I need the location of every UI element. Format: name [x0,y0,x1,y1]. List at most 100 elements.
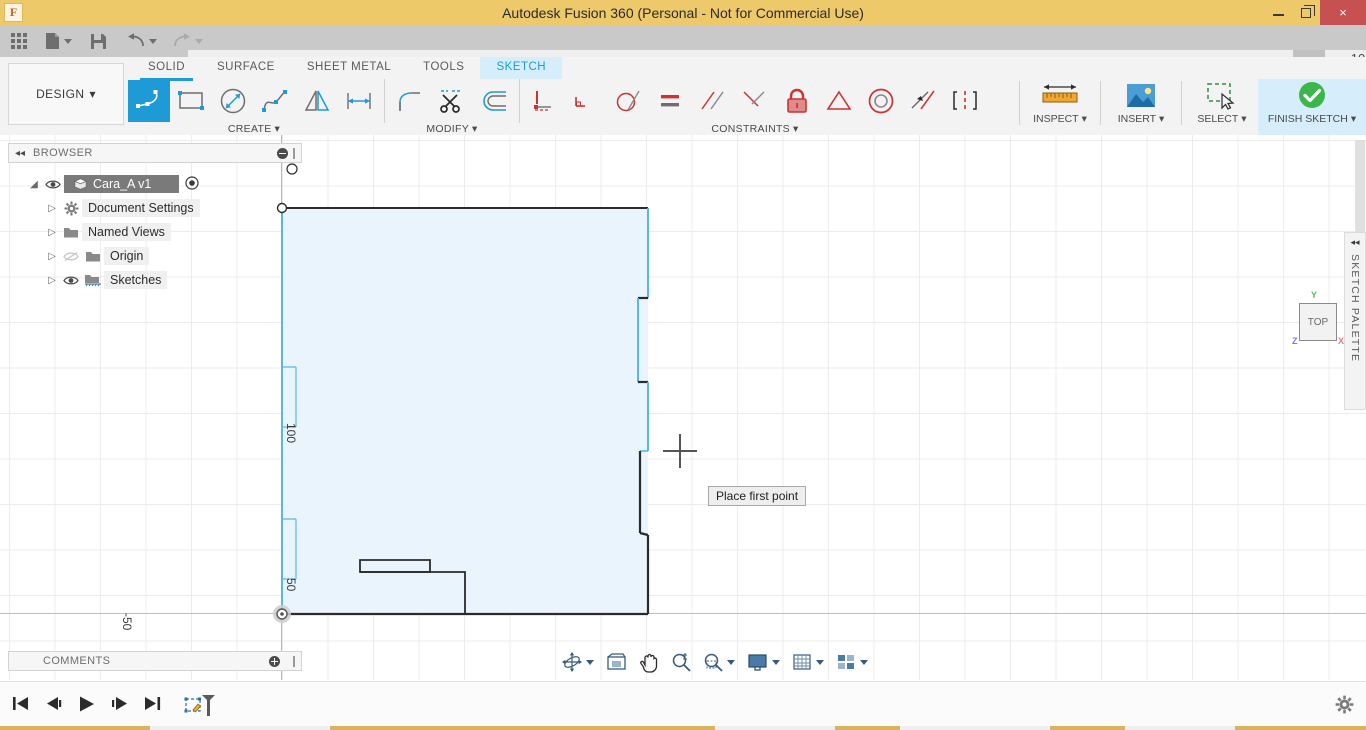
fillet-tool[interactable] [389,80,431,122]
equal-constraint[interactable] [650,80,692,122]
view-cube[interactable]: TOP Y X Z [1292,290,1344,346]
spline-tool[interactable] [254,80,296,122]
tab-sketch[interactable]: SKETCH [480,57,563,79]
zoom-window-caret[interactable] [727,659,735,665]
view-cube-face[interactable]: TOP [1299,303,1337,341]
zoom-button[interactable] [669,652,693,672]
timeline-settings-button[interactable] [1335,695,1354,719]
grid-snaps-caret[interactable] [816,659,824,665]
viewports-caret[interactable] [860,659,868,665]
minimize-button[interactable] [1264,0,1292,25]
palette-collapse-icon[interactable]: ◂◂ [1350,237,1359,248]
mirror-tool-icon [304,90,330,111]
step-back-button[interactable] [44,695,63,717]
rectangle-tool[interactable] [170,80,212,122]
midpoint-constraint[interactable] [818,80,860,122]
finish-sketch-panel[interactable]: FINISH SKETCH ▾ [1258,79,1366,135]
mirror-tool[interactable] [296,80,338,122]
offset-tool[interactable] [473,80,515,122]
tab-sheet-metal[interactable]: SHEET METAL [291,57,407,79]
browser-item-component[interactable]: ◢ Cara_A v1 [8,172,302,196]
new-file-button[interactable] [40,25,77,57]
sketch-dimension-tool[interactable] [338,80,380,122]
browser-collapse-icon[interactable]: ◂◂ [15,148,25,159]
orbit-caret[interactable] [586,659,594,665]
finish-sketch-caret[interactable]: ▾ [1351,113,1356,125]
pan-button[interactable] [637,652,661,673]
fix-lock-constraint[interactable] [776,80,818,122]
zoom-window-button[interactable] [701,652,737,672]
restore-button[interactable] [1292,0,1320,25]
symmetry-constraint[interactable] [944,80,986,122]
sketch-palette-rail[interactable]: ◂◂ SKETCH PALETTE [1344,232,1366,410]
ribbon-right-panels: INSPECT ▾ INSERT ▾ SELECT ▾ FINISH SKETC… [1015,79,1366,135]
grid-snaps-button[interactable] [790,653,826,672]
comments-resize-grip[interactable] [293,655,295,667]
new-file-caret[interactable] [64,38,72,44]
select-caret[interactable]: ▾ [1241,113,1246,125]
insert-panel[interactable]: INSERT ▾ [1105,79,1177,135]
zoom-icon [672,653,691,672]
canvas-tooltip: Place first point [708,486,807,506]
insert-caret[interactable]: ▾ [1159,113,1164,125]
tab-surface[interactable]: SURFACE [201,57,291,79]
parallel-constraint[interactable] [692,80,734,122]
undo-button[interactable] [122,25,162,57]
viewports-button[interactable] [834,653,870,671]
look-at-button[interactable] [604,652,629,672]
component-activate-radio[interactable] [185,175,199,193]
expand-arrow-icon[interactable]: ▷ [44,203,60,214]
expand-arrow-icon[interactable]: ▷ [44,227,60,238]
browser-item-document-settings[interactable]: ▷ Document Settings [8,196,302,220]
line-tool[interactable] [128,80,170,122]
expand-arrow-icon[interactable]: ◢ [26,179,42,190]
tangent-constraint[interactable] [608,80,650,122]
undo-caret[interactable] [149,38,157,44]
window-controls: × [1264,0,1366,25]
display-settings-button[interactable] [745,653,782,672]
taskbar-segment [1125,726,1235,730]
browser-item-sketches[interactable]: ▷ Sketches [8,268,302,292]
concentric-constraint[interactable] [860,80,902,122]
perpendicular-cross-constraint[interactable] [734,80,776,122]
browser-resize-grip[interactable] [293,147,295,159]
browser-collapse-all-button[interactable] [277,147,288,159]
axis-label-y: Y [1311,290,1318,300]
folder-icon [60,226,82,239]
expand-arrow-icon[interactable]: ▷ [44,275,60,286]
app-menu-grid-icon[interactable] [6,25,32,57]
display-settings-caret[interactable] [772,659,780,665]
visibility-eye-icon[interactable] [60,275,82,286]
step-forward-button[interactable] [110,695,129,717]
redo-caret[interactable] [195,38,203,44]
visibility-eye-icon[interactable] [42,179,64,190]
go-to-end-button[interactable] [143,695,162,717]
browser-item-named-views[interactable]: ▷ Named Views [8,220,302,244]
inspect-panel[interactable]: INSPECT ▾ [1024,79,1096,135]
circle-tool-icon [220,88,246,114]
tab-tools[interactable]: TOOLS [407,57,480,79]
expand-arrow-icon[interactable]: ▷ [44,251,60,262]
tab-solid[interactable]: SOLID [132,57,201,81]
play-button[interactable] [77,695,96,718]
dimension-label-100[interactable]: 100 [284,423,298,443]
horizontal-vertical-constraint[interactable] [524,80,566,122]
visibility-eye-off-icon[interactable] [60,251,82,262]
add-comment-button[interactable] [269,655,280,667]
circle-tool[interactable] [212,80,254,122]
browser-item-origin[interactable]: ▷ Origin [8,244,302,268]
close-button[interactable]: × [1320,0,1366,25]
select-panel[interactable]: SELECT ▾ [1186,79,1258,135]
trim-tool[interactable] [431,80,473,122]
image-icon [1127,84,1155,107]
taskbar-segment [150,726,330,730]
dimension-label-50[interactable]: 50 [284,578,298,591]
collinear-constraint[interactable] [902,80,944,122]
perpendicular-constraint[interactable] [566,80,608,122]
sketch-feature-marker[interactable] [184,691,215,721]
workspace-selector[interactable]: DESIGN ▾ [8,63,124,125]
orbit-button[interactable] [560,652,596,672]
go-to-beginning-button[interactable] [11,695,30,717]
save-button[interactable] [85,25,112,57]
inspect-caret[interactable]: ▾ [1082,113,1087,125]
